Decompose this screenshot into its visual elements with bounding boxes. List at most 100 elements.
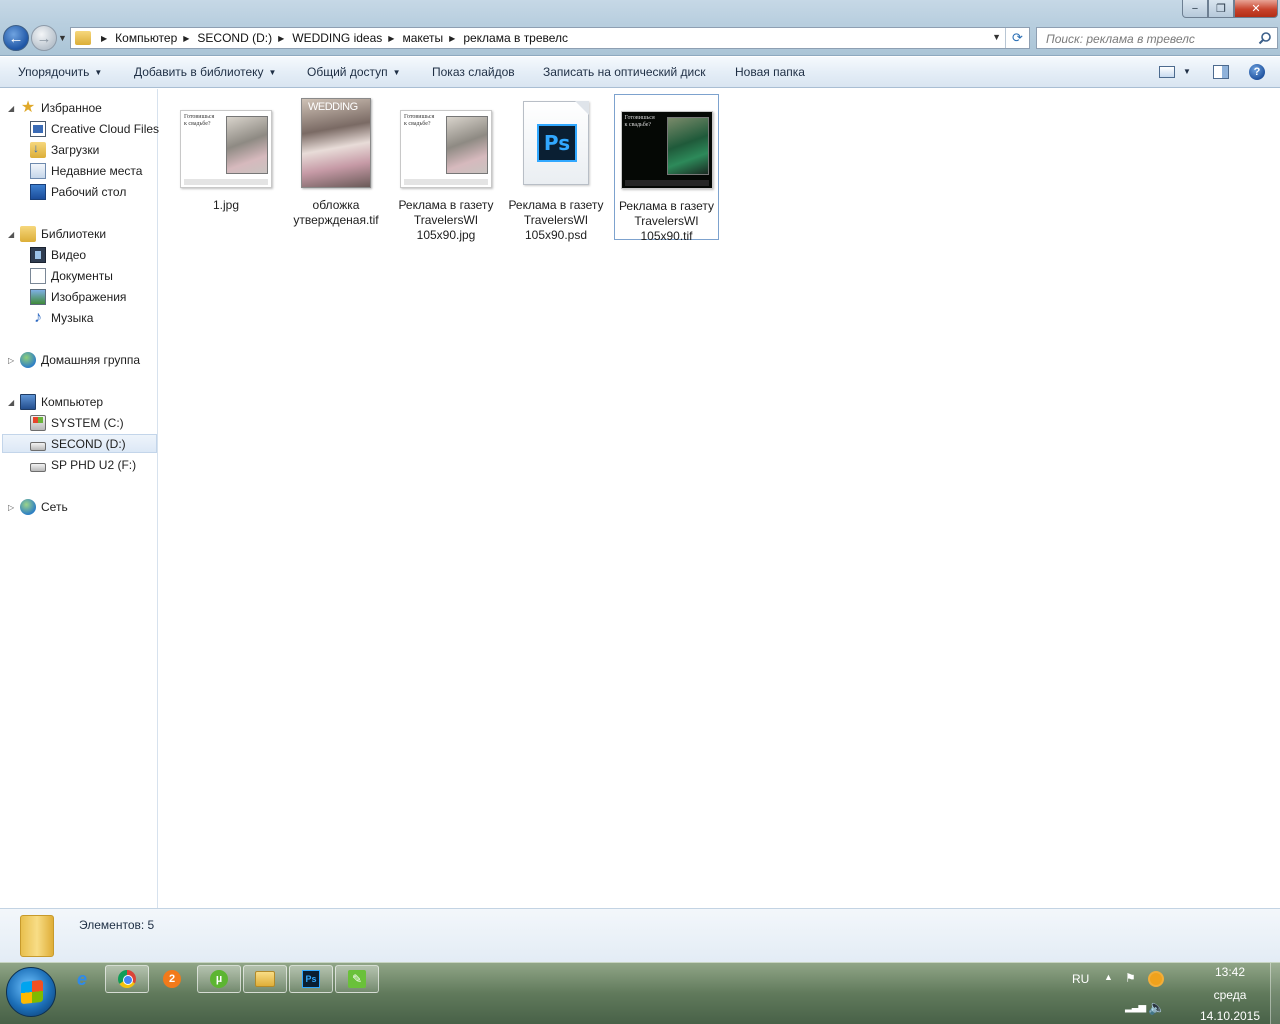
taskbar-chrome[interactable] [105,965,149,993]
nav-item-pictures[interactable]: Изображения [30,287,126,306]
help-icon[interactable]: ? [1249,64,1265,80]
taskbar-app-editor[interactable]: ✎ [335,965,379,993]
antivirus-icon[interactable] [1148,971,1164,987]
video-library-icon [30,246,46,263]
taskbar-utorrent[interactable]: µ [197,965,241,993]
nav-label: Creative Cloud Files [51,121,160,136]
explorer-folder-icon [255,971,275,987]
address-history-dropdown[interactable]: ▼ [992,32,1001,42]
maximize-button[interactable]: ❐ [1208,0,1234,18]
search-icon[interactable] [1258,31,1272,45]
show-desktop-button[interactable] [1270,963,1280,1024]
search-input[interactable]: Поиск: реклама в тревелс [1036,27,1278,49]
nav-item-drive-c[interactable]: SYSTEM (C:) [30,413,124,432]
nav-label: Компьютер [41,394,104,409]
breadcrumb-computer[interactable]: Компьютер ▶ [115,31,197,45]
breadcrumb-current-folder[interactable]: реклама в тревелс [463,31,568,45]
expand-icon[interactable]: ◢ [8,398,14,407]
minimize-button[interactable]: − [1182,0,1208,18]
file-name: Реклама в газету TravelersWI 105x90.psd [508,198,604,242]
chrome-icon [118,970,136,988]
file-item-ad-tif[interactable]: Готовишься к свадьбе? Реклама в газету Tra… [614,94,719,243]
show-hidden-icons[interactable]: ▲ [1104,972,1113,982]
organize-label: Упорядочить [18,65,90,79]
burn-button[interactable]: Записать на оптический диск [543,65,706,79]
taskbar-app-2[interactable]: 2 [152,965,192,993]
taskbar-explorer[interactable] [243,965,287,993]
expand-icon[interactable]: ◢ [8,104,14,113]
nav-libraries[interactable]: Библиотеки [20,224,106,243]
breadcrumb-wedding-ideas[interactable]: WEDDING ideas ▶ [292,31,402,45]
action-center-icon[interactable]: ⚑ [1125,971,1139,985]
preview-pane-icon[interactable] [1213,65,1229,79]
slideshow-button[interactable]: Показ слайдов [432,65,515,79]
forward-button[interactable]: → [31,25,57,51]
back-button[interactable]: ← [3,25,29,51]
nav-favorites[interactable]: ★ Избранное [20,98,102,117]
nav-label: Избранное [41,100,102,115]
network-signal-icon[interactable]: ▂▃▅ [1125,1002,1146,1013]
nav-item-desktop[interactable]: Рабочий стол [30,182,126,201]
chevron-right-icon[interactable]: ▶ [183,34,189,43]
explorer-window: − ❐ ✕ ← → ▼ ▶ Компьютер ▶ SECOND (D:) ▶ WE… [0,0,1280,962]
nav-item-downloads[interactable]: Загрузки [30,140,99,159]
nav-item-recent-places[interactable]: Недавние места [30,161,142,180]
file-item-ad-jpg[interactable]: Готовишься к свадьбе? Реклама в газету Tra… [394,94,498,242]
file-item-cover-tif[interactable]: WEDDING обложка утвержденая.tif [284,94,388,238]
thumbnail-footer [404,179,488,185]
nav-label: SP PHD U2 (F:) [51,457,137,472]
expand-icon[interactable]: ▷ [8,356,14,365]
language-indicator[interactable]: RU [1072,972,1089,986]
desktop-icon [30,183,46,200]
expand-icon[interactable]: ▷ [8,503,14,512]
nav-item-drive-f[interactable]: SP PHD U2 (F:) [30,455,136,474]
utorrent-icon: µ [210,970,228,988]
change-view-icon[interactable] [1159,66,1175,78]
view-options-dropdown[interactable]: ▼ [1183,67,1191,76]
chevron-right-icon[interactable]: ▶ [101,34,107,43]
close-button[interactable]: ✕ [1234,0,1278,18]
volume-icon[interactable]: 🔈 [1148,999,1165,1016]
nav-item-drive-d[interactable]: SECOND (D:) [2,434,157,453]
nav-item-video[interactable]: Видео [30,245,86,264]
nav-item-music[interactable]: ♪ Музыка [30,308,93,327]
nav-label: Музыка [51,310,94,325]
nav-label: Документы [51,268,113,283]
clock-day: среда [1213,988,1247,1002]
thumbnail-title: WEDDING [308,101,358,113]
chevron-right-icon[interactable]: ▶ [278,34,284,43]
file-item-1-jpg[interactable]: Готовишься к свадьбе? 1.jpg [174,94,278,238]
breadcrumb-maketi[interactable]: макеты ▶ [402,31,463,45]
organize-menu[interactable]: Упорядочить ▼ [18,65,102,79]
clock[interactable]: 13:42 среда 14.10.2015 [1185,963,1275,1024]
new-folder-button[interactable]: Новая папка [735,65,805,79]
computer-icon [20,393,36,410]
share-menu[interactable]: Общий доступ ▼ [307,65,401,79]
start-button[interactable] [6,967,56,1017]
file-item-ad-psd[interactable]: Ps Реклама в газету TravelersWI 105x90.psd [504,94,608,242]
system-drive-icon [30,414,46,431]
nav-computer[interactable]: Компьютер [20,392,103,411]
image-thumbnail: WEDDING [301,98,371,188]
hard-drive-icon [30,441,46,451]
share-label: Общий доступ [307,65,388,79]
expand-icon[interactable]: ◢ [8,230,14,239]
address-bar[interactable]: ▶ Компьютер ▶ SECOND (D:) ▶ WEDDING ideas ▶… [70,27,1030,49]
arrow-right-icon: → [36,29,52,47]
nav-homegroup[interactable]: Домашняя группа [20,350,140,369]
breadcrumb-label: реклама в тревелс [463,31,569,45]
taskbar-photoshop[interactable]: Ps [289,965,333,993]
chevron-right-icon[interactable]: ▶ [388,34,394,43]
recent-pages-dropdown[interactable]: ▼ [58,33,67,43]
nav-network[interactable]: Сеть [20,497,68,516]
file-name: Реклама в газету TravelersWI 105x90.tif [618,199,715,243]
refresh-button[interactable]: ⟳ [1005,28,1029,48]
downloads-folder-icon [30,141,46,158]
nav-item-documents[interactable]: Документы [30,266,113,285]
chevron-right-icon[interactable]: ▶ [449,34,455,43]
taskbar-internet-explorer[interactable]: e [62,965,102,993]
thumbnail-text: Готовишься к свадьбе? [624,115,655,128]
breadcrumb-drive-d[interactable]: SECOND (D:) ▶ [197,31,292,45]
add-to-library-menu[interactable]: Добавить в библиотеку ▼ [134,65,276,79]
nav-item-creative-cloud[interactable]: Creative Cloud Files [30,119,159,138]
